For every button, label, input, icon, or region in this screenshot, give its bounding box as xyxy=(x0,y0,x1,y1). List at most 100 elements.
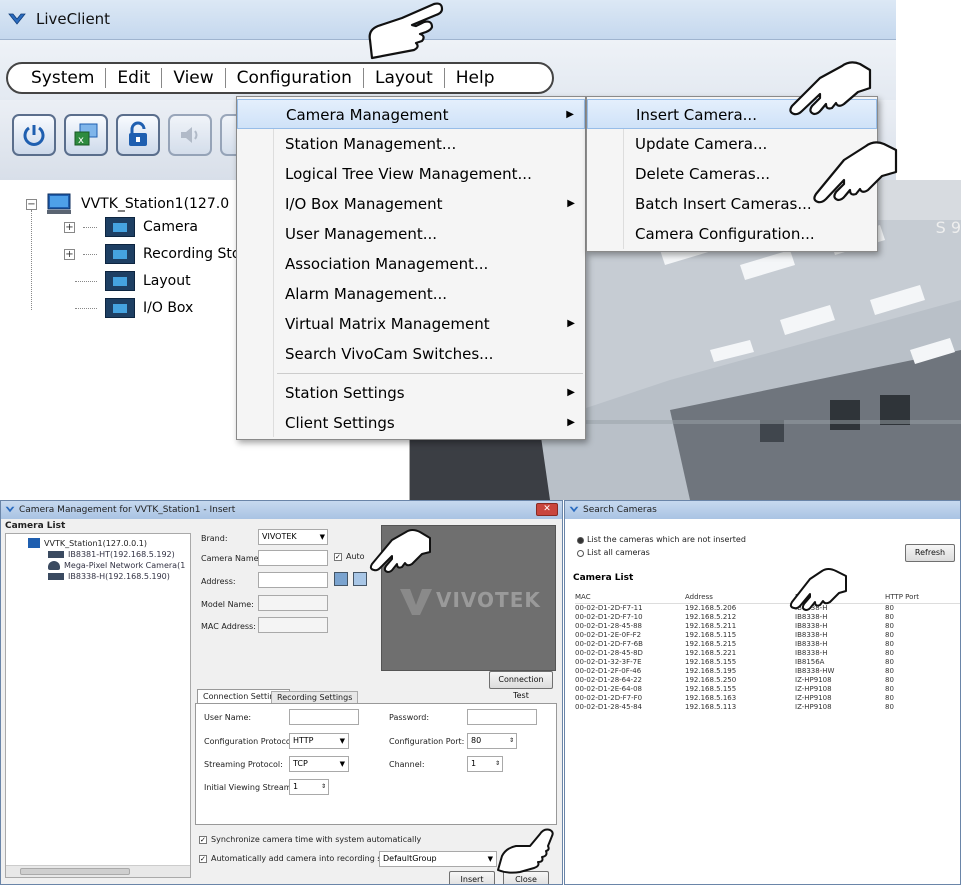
expand-icon[interactable]: + xyxy=(64,221,75,233)
option-all-cameras-label: List all cameras xyxy=(587,548,650,557)
pointing-hand-icon xyxy=(813,141,898,204)
auto-add-checkbox[interactable]: ✓ xyxy=(199,855,207,863)
tree-camera-item[interactable]: IB8381-HT(192.168.5.192) xyxy=(48,550,175,559)
table-row[interactable]: 00-02-D1-2D-F7-10 192.168.5.212 IB8338-H 80 xyxy=(575,613,960,622)
table-row[interactable]: 00-02-D1-2E-64-08 192.168.5.155 IZ-HP9108 8… xyxy=(575,685,960,694)
search-cameras-dialog: Search Cameras List the cameras which ar… xyxy=(564,500,961,885)
table-row[interactable]: 00-02-D1-28-64-22 192.168.5.250 IZ-HP9108 8… xyxy=(575,676,960,685)
column-header-http-port[interactable]: HTTP Port xyxy=(885,593,945,603)
network-search-icon[interactable] xyxy=(334,572,348,586)
brand-select[interactable]: VIVOTEK ▼ xyxy=(258,529,328,545)
pointing-hand-icon xyxy=(368,2,444,60)
tree-line xyxy=(31,210,32,310)
lock-button[interactable] xyxy=(116,114,160,156)
dome-camera-icon xyxy=(48,561,60,570)
address-field[interactable] xyxy=(258,572,328,588)
app-title: LiveClient xyxy=(36,10,111,28)
password-label: Password: xyxy=(389,713,430,722)
menu-item-camera-management[interactable]: Camera Management ▶ xyxy=(237,99,585,129)
chevron-down-icon: ▼ xyxy=(339,760,345,768)
menu-item-association-management[interactable]: Association Management... xyxy=(237,249,585,279)
table-row[interactable]: 00-02-D1-28-45-88 192.168.5.211 IB8338-H 80 xyxy=(575,622,960,631)
menu-item-user-management[interactable]: User Management... xyxy=(237,219,585,249)
close-icon[interactable]: ✕ xyxy=(536,503,558,516)
collapse-icon[interactable]: − xyxy=(26,198,37,210)
camera-name-field[interactable] xyxy=(258,550,328,566)
insert-button[interactable]: Insert xyxy=(449,871,495,884)
menu-help[interactable]: Help xyxy=(445,68,506,88)
mac-address-label: MAC Address: xyxy=(201,622,256,631)
menu-configuration[interactable]: Configuration xyxy=(226,68,364,88)
menu-layout[interactable]: Layout xyxy=(364,68,445,88)
table-row[interactable]: 00-02-D1-2D-F7-F0 192.168.5.163 IZ-HP9108 8… xyxy=(575,694,960,703)
submenu-arrow-icon: ▶ xyxy=(567,198,575,209)
table-row[interactable]: 00-02-D1-2E-0F-F2 192.168.5.115 IB8338-H 80 xyxy=(575,631,960,640)
tree-item-io-box[interactable]: I/O Box xyxy=(75,298,193,318)
tree-camera-item[interactable]: IB8338-H(192.168.5.190) xyxy=(48,572,170,581)
table-row[interactable]: 00-02-D1-32-3F-7E 192.168.5.155 IB8156A 80 xyxy=(575,658,960,667)
address-label: Address: xyxy=(201,577,236,586)
table-row[interactable]: 00-02-D1-2F-0F-46 192.168.5.195 IB8338-HW 8… xyxy=(575,667,960,676)
volume-button[interactable] xyxy=(168,114,212,156)
table-row[interactable]: 00-02-D1-2D-F7-6B 192.168.5.215 IB8338-H 80 xyxy=(575,640,960,649)
column-header-mac[interactable]: MAC xyxy=(575,593,685,603)
auto-label: Auto xyxy=(346,552,365,561)
table-row[interactable]: 00-02-D1-28-45-8D 192.168.5.221 IB8338-H 80 xyxy=(575,649,960,658)
dialog-title: Camera Management for VVTK_Station1 - In… xyxy=(19,505,236,515)
table-row[interactable]: 00-02-D1-28-45-84 192.168.5.113 IZ-HP9108 8… xyxy=(575,703,960,712)
menu-item-virtual-matrix[interactable]: Virtual Matrix Management ▶ xyxy=(237,309,585,339)
menu-item-alarm-management[interactable]: Alarm Management... xyxy=(237,279,585,309)
horizontal-scrollbar[interactable] xyxy=(6,865,190,877)
radio-not-inserted[interactable] xyxy=(577,537,584,544)
tree-item-layout[interactable]: Layout xyxy=(75,271,191,291)
menu-view[interactable]: View xyxy=(162,68,226,88)
tree-camera-item[interactable]: Mega-Pixel Network Camera(1 xyxy=(48,561,185,570)
initial-stream-label: Initial Viewing Stream: xyxy=(204,783,295,792)
menu-item-logical-tree[interactable]: Logical Tree View Management... xyxy=(237,159,585,189)
layout-folder-icon xyxy=(105,271,135,291)
tab-recording-settings[interactable]: Recording Settings xyxy=(271,691,359,703)
menu-edit[interactable]: Edit xyxy=(106,68,163,88)
menu-item-search-switches[interactable]: Search VivoCam Switches... xyxy=(237,339,585,369)
chevron-down-icon: ▼ xyxy=(487,855,493,863)
scrollbar-thumb[interactable] xyxy=(20,868,130,875)
camera-overlay-text: S 9 xyxy=(935,218,961,237)
streaming-protocol-select[interactable]: TCP ▼ xyxy=(289,756,349,772)
connection-test-button[interactable]: Connection Test xyxy=(489,671,553,700)
menu-item-station-settings[interactable]: Station Settings ▶ xyxy=(237,378,585,408)
expand-icon[interactable]: + xyxy=(64,248,75,260)
initial-stream-stepper[interactable]: 1 ⇕ xyxy=(289,779,329,795)
menu-item-client-settings[interactable]: Client Settings ▶ xyxy=(237,408,585,438)
power-icon xyxy=(23,125,45,146)
table-row[interactable]: 00-02-D1-2D-F7-11192.168.5.206IB8338-H80 xyxy=(575,604,960,613)
column-header-address[interactable]: Address xyxy=(685,593,795,603)
remote-desktop-button[interactable]: x xyxy=(64,114,108,156)
tree-item-recording-storage[interactable]: + Recording Stor… xyxy=(64,244,260,264)
menu-item-camera-configuration[interactable]: Camera Configuration... xyxy=(587,219,877,249)
streaming-protocol-label: Streaming Protocol: xyxy=(204,760,283,769)
tree-station[interactable]: VVTK_Station1(127.0.0.1) xyxy=(28,538,147,548)
config-port-stepper[interactable]: 80 ⇕ xyxy=(467,733,517,749)
storage-group-select[interactable]: DefaultGroup ▼ xyxy=(379,851,497,867)
excel-screen-icon: x xyxy=(74,123,98,146)
sync-time-checkbox[interactable]: ✓ xyxy=(199,836,207,844)
password-field[interactable] xyxy=(467,709,537,725)
config-protocol-select[interactable]: HTTP ▼ xyxy=(289,733,349,749)
menu-item-io-box-management[interactable]: I/O Box Management ▶ xyxy=(237,189,585,219)
camera-list-header: Camera List xyxy=(573,573,634,583)
browse-icon[interactable] xyxy=(353,572,367,586)
refresh-button[interactable]: Refresh xyxy=(905,544,955,562)
radio-all-cameras[interactable] xyxy=(577,550,584,557)
tree-station[interactable]: − VVTK_Station1(127.0 xyxy=(26,192,229,216)
user-name-field[interactable] xyxy=(289,709,359,725)
camera-management-dialog: Camera Management for VVTK_Station1 - In… xyxy=(0,500,563,885)
config-port-label: Configuration Port: xyxy=(389,737,465,746)
menu-system[interactable]: System xyxy=(20,68,107,88)
auto-checkbox[interactable]: ✓ xyxy=(334,553,342,561)
channel-label: Channel: xyxy=(389,760,425,769)
power-button[interactable] xyxy=(12,114,56,156)
background xyxy=(896,0,961,180)
channel-stepper[interactable]: 1 ⇕ xyxy=(467,756,503,772)
tree-item-camera[interactable]: + Camera xyxy=(64,217,198,237)
menu-item-station-management[interactable]: Station Management... xyxy=(237,129,585,159)
